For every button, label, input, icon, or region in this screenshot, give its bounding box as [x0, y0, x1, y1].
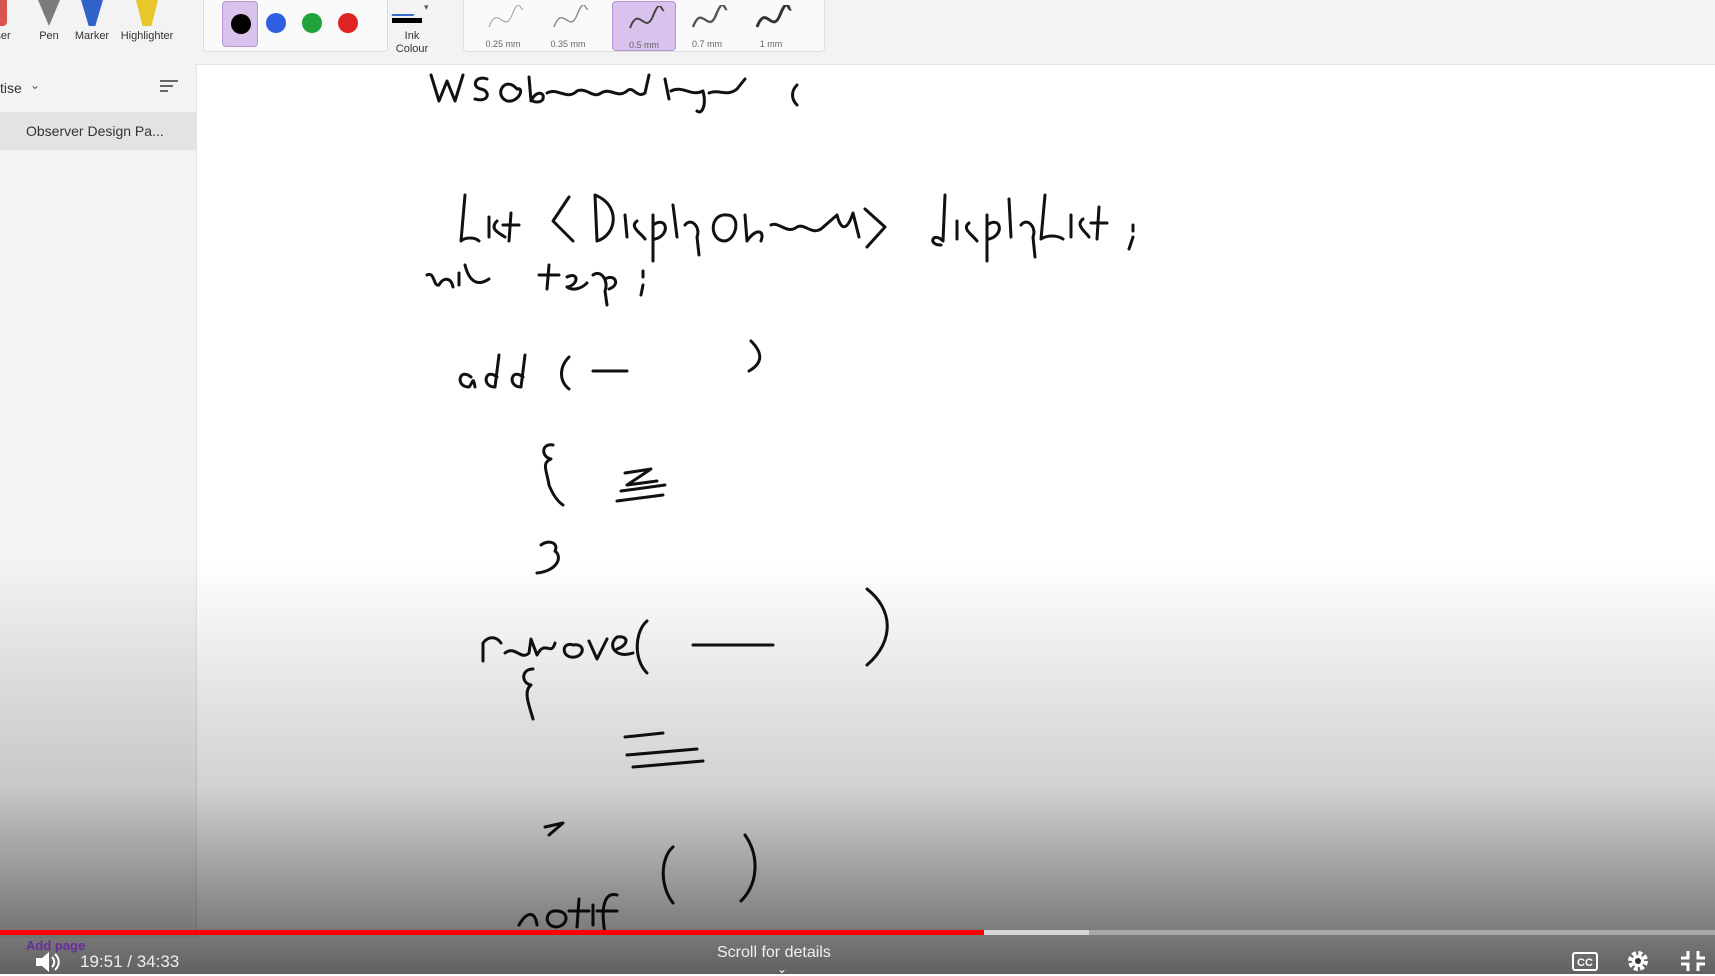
stroke-preview-icon: [629, 6, 665, 29]
swatch-dot: [231, 14, 251, 34]
page-list-item[interactable]: Observer Design Pa...: [0, 112, 196, 150]
time-display: 19:51 / 34:33: [80, 952, 180, 971]
ribbon-toolbar: ▾ aser Pen Marker Highlighter ▾ Ink Colo…: [0, 0, 1715, 65]
thickness-label: 0.7 mm: [691, 39, 722, 49]
chevron-down-icon[interactable]: ▾: [0, 4, 1, 15]
thickness-option[interactable]: 0.25 mm: [472, 1, 534, 49]
gear-icon[interactable]: [1625, 948, 1651, 974]
handwriting-line: [459, 193, 1135, 263]
ink-colour-button[interactable]: ▾ Ink Colour: [388, 0, 436, 60]
thickness-label: 1 mm: [759, 39, 783, 49]
sidebar: tise ⌄ Observer Design Pa...: [0, 64, 197, 938]
marker-icon: [81, 0, 103, 26]
swatch-dot: [302, 13, 322, 33]
swatch-dot: [266, 13, 286, 33]
highlighter-icon: [136, 0, 158, 26]
thickness-label: 0.25 mm: [485, 39, 521, 49]
thickness-option-selected[interactable]: 0.5 mm: [612, 1, 676, 51]
thickness-option[interactable]: 0.35 mm: [537, 1, 599, 49]
pencil-icon: [391, 0, 423, 16]
pen-label: Pen: [39, 30, 59, 42]
handwriting-line: [535, 443, 667, 575]
thickness-option[interactable]: 1 mm: [740, 1, 802, 49]
captions-icon[interactable]: CC: [1572, 952, 1598, 971]
highlighter-label: Highlighter: [120, 30, 174, 42]
handwriting-line: [425, 263, 645, 307]
color-swatch-blue[interactable]: [258, 1, 292, 45]
thickness-label: 0.5 mm: [628, 40, 659, 50]
color-swatch-green[interactable]: [294, 1, 328, 45]
progress-played: [0, 930, 985, 935]
handwriting-line: [517, 833, 757, 935]
chevron-down-icon[interactable]: ⌄: [30, 78, 40, 92]
colour-swatches: [203, 0, 388, 52]
swatch-dot: [338, 13, 358, 33]
eraser-icon: [0, 0, 7, 26]
exit-fullscreen-icon[interactable]: [1680, 950, 1706, 972]
handwriting-line: [429, 73, 799, 114]
thickness-options: 0.25 mm 0.35 mm 0.5 mm 0.7 mm 1 mm: [463, 0, 825, 52]
stroke-preview-icon: [755, 5, 792, 28]
scroll-for-details-hint[interactable]: Scroll for details: [717, 944, 831, 962]
note-canvas[interactable]: [197, 65, 1715, 938]
handwriting-line: [481, 587, 889, 675]
page-title: Observer Design Pa...: [26, 123, 164, 139]
color-swatch-red[interactable]: [330, 1, 364, 45]
chevron-down-icon[interactable]: ▾: [424, 2, 429, 13]
sort-icon[interactable]: [160, 80, 178, 96]
handwriting-line: [458, 339, 762, 391]
handwriting-ink: [425, 73, 1135, 935]
stroke-preview-icon: [691, 5, 728, 28]
volume-icon[interactable]: [34, 950, 60, 974]
section-title[interactable]: tise: [0, 80, 22, 96]
video-progress-bar[interactable]: [0, 930, 1715, 935]
thickness-label: 0.35 mm: [550, 39, 586, 49]
pen-icon: [38, 0, 60, 26]
stroke-preview-icon: [553, 5, 589, 28]
marker-label: Marker: [74, 30, 110, 42]
ink-colour-label: Ink Colour: [395, 30, 429, 55]
handwriting-line: [522, 667, 705, 837]
stroke-preview-icon: [488, 5, 524, 28]
color-swatch-black[interactable]: [222, 1, 258, 47]
eraser-label: aser: [0, 30, 11, 42]
player-controls: [0, 940, 1715, 974]
thickness-option[interactable]: 0.7 mm: [676, 1, 738, 49]
ink-colour-indicator: [392, 18, 422, 23]
